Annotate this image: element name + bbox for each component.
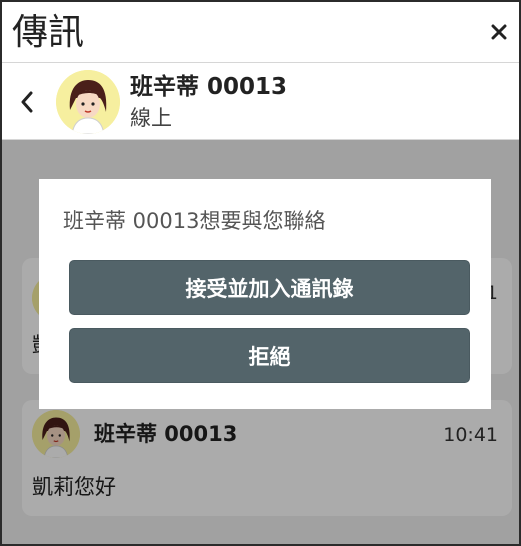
chevron-left-icon [21,91,33,113]
contact-header: 班辛蒂 00013 線上 [2,64,519,140]
contact-request-dialog: 班辛蒂 00013想要與您聯絡 接受並加入通訊錄 拒絕 [39,179,491,409]
contact-avatar [56,70,120,134]
close-button[interactable] [487,18,511,46]
messaging-window: 傳訊 班辛蒂 00013 線上 1 班辛蒂 00013 10:41 凱莉您好 班… [0,0,521,546]
accept-and-add-button[interactable]: 接受並加入通訊錄 [69,260,470,315]
contact-name: 班辛蒂 00013 [130,74,288,100]
reject-button[interactable]: 拒絕 [69,328,470,383]
contact-status: 線上 [130,106,172,130]
dialog-message: 班辛蒂 00013想要與您聯絡 [63,209,326,233]
close-icon [491,24,507,40]
title-bar: 傳訊 [2,2,519,63]
avatar-icon [56,70,120,134]
window-title: 傳訊 [12,12,85,53]
back-button[interactable] [14,86,40,118]
